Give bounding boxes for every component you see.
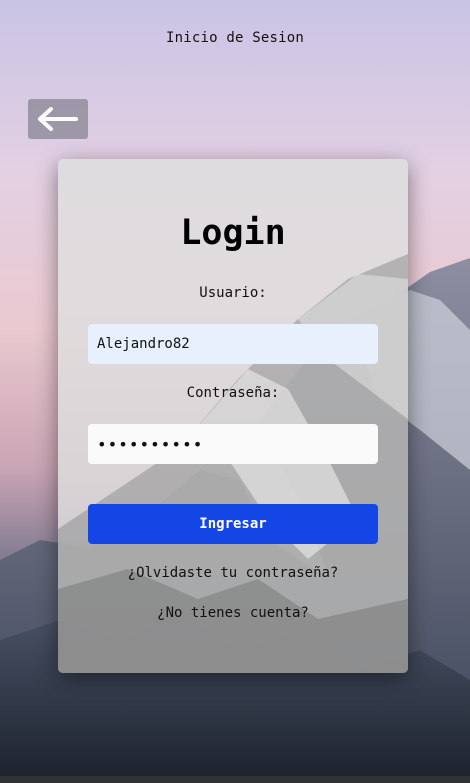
arrow-left-icon [38, 107, 78, 131]
register-link[interactable]: ¿No tienes cuenta? [58, 605, 408, 621]
password-label: Contraseña: [186, 385, 280, 401]
password-field[interactable] [88, 424, 378, 464]
page-title: Inicio de Sesion [165, 30, 305, 46]
submit-button[interactable]: Ingresar [88, 504, 378, 544]
login-heading: Login [180, 213, 286, 253]
back-button[interactable] [28, 99, 88, 139]
login-form: Login Usuario: Contraseña: Ingresar ¿Olv… [58, 159, 408, 673]
forgot-password-link[interactable]: ¿Olvidaste tu contraseña? [58, 565, 408, 581]
username-field[interactable] [88, 324, 378, 364]
login-card: Login Usuario: Contraseña: Ingresar ¿Olv… [58, 159, 408, 673]
username-label: Usuario: [199, 285, 267, 301]
bottom-bar [0, 776, 470, 783]
login-screen: Inicio de Sesion Login Usuario: Contrase… [0, 0, 470, 783]
